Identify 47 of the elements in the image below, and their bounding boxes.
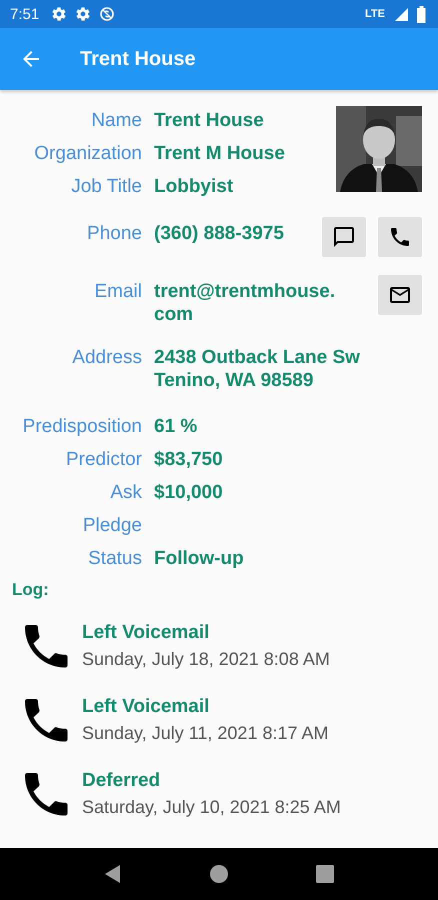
field-label: Predisposition	[22, 415, 142, 438]
field-label: Phone	[86, 222, 142, 246]
phone-icon	[25, 772, 68, 816]
field-label: Status	[87, 547, 142, 570]
log-title: Left Voicemail	[82, 695, 210, 719]
field-value: $10,000	[154, 481, 224, 504]
field-value: $83,750	[154, 448, 224, 471]
log-date: Sunday, July 11, 2021 8:17 AM	[82, 722, 328, 745]
log-title: Deferred	[82, 769, 162, 793]
field-value: (360) 888-3975	[154, 222, 285, 246]
data-saver-icon	[99, 6, 116, 22]
phone-icon	[25, 698, 68, 742]
message-button[interactable]	[322, 217, 366, 257]
phone-icon	[25, 624, 68, 668]
phone-icon	[388, 225, 412, 249]
field-value: Follow-up	[154, 547, 245, 570]
recents-button[interactable]	[315, 864, 335, 884]
field-label: Ask	[109, 481, 142, 504]
log-title: Left Voicemail	[82, 621, 210, 645]
field-value: Lobbyist	[154, 175, 234, 199]
signal-icon	[393, 6, 409, 22]
status-time: 7:51	[10, 6, 40, 22]
field-value: 2438 Outback Lane Sw Tenino, WA 98589	[154, 346, 361, 393]
log-date: Saturday, July 10, 2021 8:25 AM	[82, 796, 341, 819]
message-icon	[332, 225, 356, 249]
field-label: Organization	[33, 142, 142, 166]
log-date: Sunday, July 18, 2021 8:08 AM	[82, 648, 330, 671]
gear-icon	[51, 6, 68, 22]
home-button[interactable]	[209, 864, 229, 884]
field-label: Job Title	[70, 175, 142, 199]
network-type: LTE	[365, 8, 385, 20]
field-label: Pledge	[82, 514, 142, 537]
field-label: Address	[71, 346, 142, 370]
battery-icon	[417, 6, 426, 22]
field-value: Trent House	[154, 109, 265, 133]
field-value: trent@trentmhouse.com	[154, 280, 336, 327]
call-button[interactable]	[378, 217, 422, 257]
log-heading: Log:	[12, 580, 50, 600]
field-value: Trent M House	[154, 142, 286, 166]
app-bar-title: Trent House	[80, 48, 196, 70]
field-label: Email	[93, 280, 142, 304]
field-value: 61 %	[154, 415, 198, 438]
field-label: Name	[90, 109, 142, 133]
email-button[interactable]	[378, 275, 422, 315]
back-button[interactable]	[103, 864, 123, 884]
field-label: Predictor	[64, 448, 142, 471]
gear-icon	[75, 6, 92, 22]
